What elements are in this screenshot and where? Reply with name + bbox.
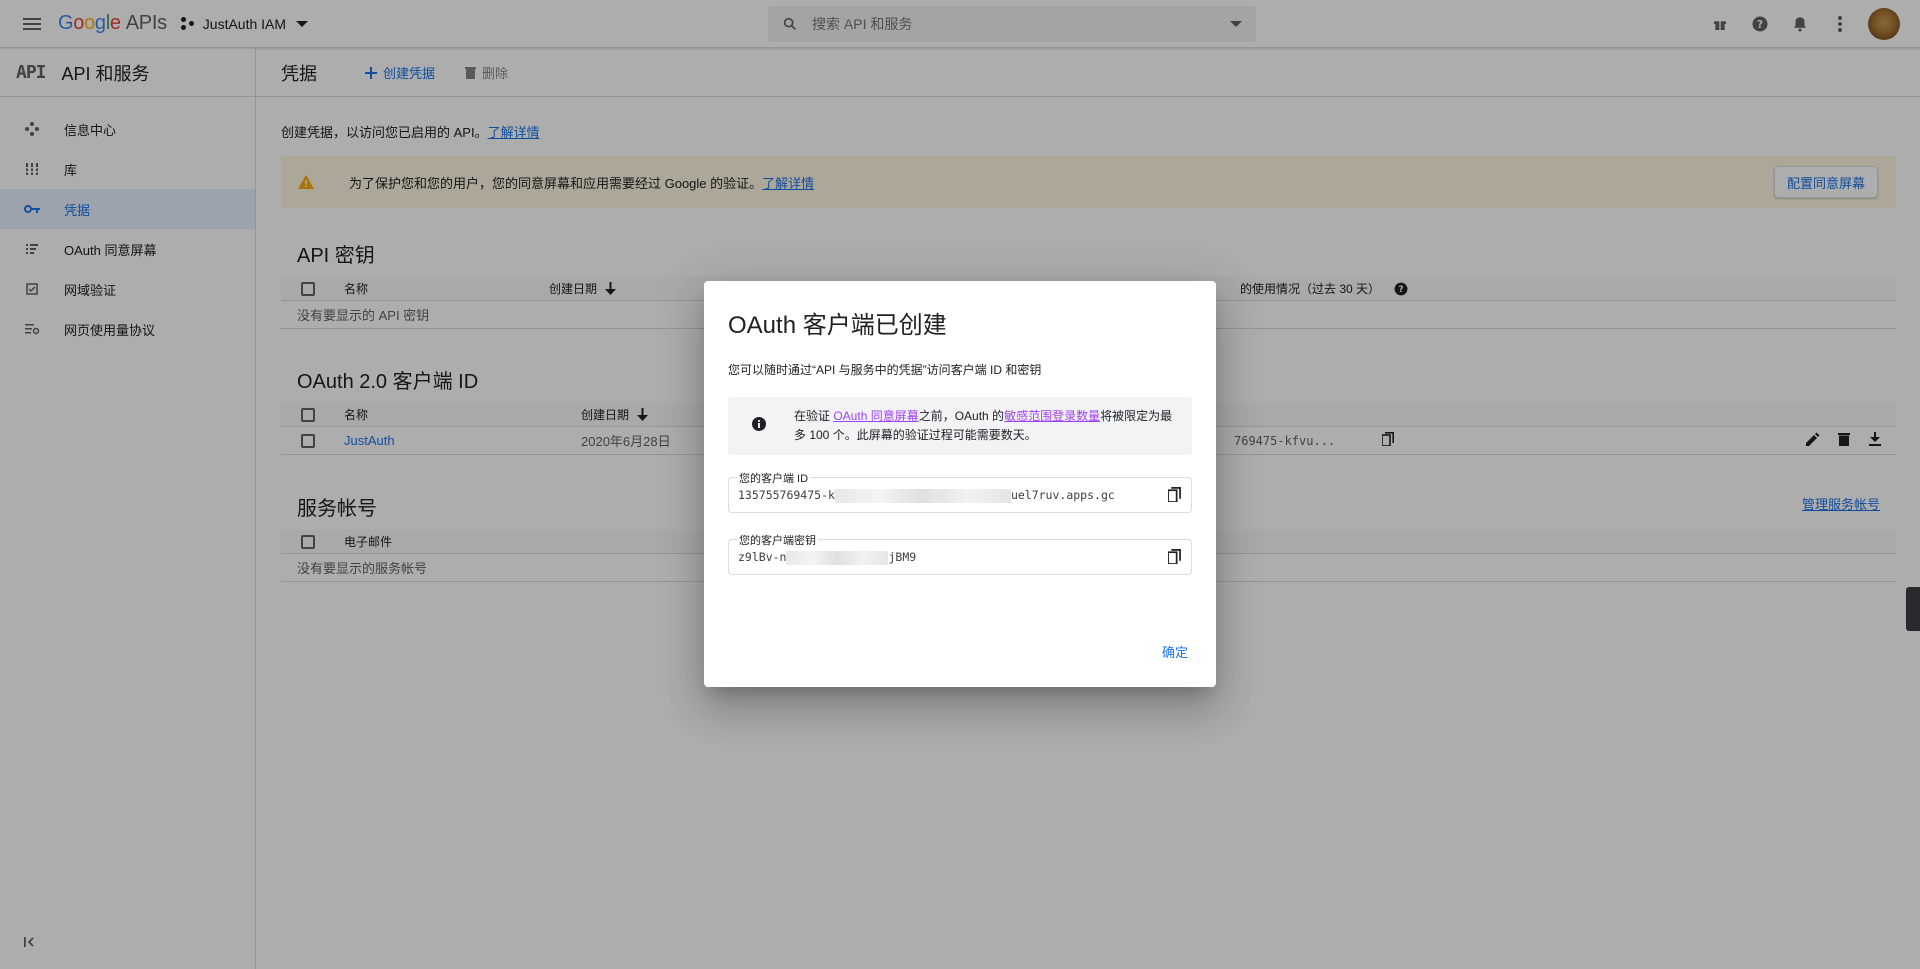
dialog-description: 您可以随时通过“API 与服务中的凭据”访问客户端 ID 和密钥 [728,363,1042,377]
sensitive-scope-link[interactable]: 敏感范围登录数量 [1004,409,1100,423]
ok-button[interactable]: 确定 [1162,642,1188,661]
oauth-consent-screen-link[interactable]: OAuth 同意屏幕 [833,409,918,423]
copy-client-secret-icon[interactable] [1167,549,1181,567]
redacted-area [786,550,889,565]
redacted-area [834,488,1011,503]
client-id-field[interactable]: 您的客户端 ID 135755769475-k uel7ruv.apps.gc [728,470,1192,513]
dialog-title: OAuth 客户端已创建 [728,312,947,339]
info-icon [752,417,766,434]
client-id-label: 您的客户端 ID [737,470,811,486]
info-banner: 在验证 OAuth 同意屏幕之前，OAuth 的敏感范围登录数量将被限定为最多 … [728,397,1192,455]
oauth-client-created-dialog: OAuth 客户端已创建 您可以随时通过“API 与服务中的凭据”访问客户端 I… [704,281,1216,687]
client-secret-label: 您的客户端密钥 [737,532,818,548]
client-secret-field[interactable]: 您的客户端密钥 z9lBv-n jBM9 [728,532,1192,575]
copy-client-id-icon[interactable] [1167,487,1181,505]
